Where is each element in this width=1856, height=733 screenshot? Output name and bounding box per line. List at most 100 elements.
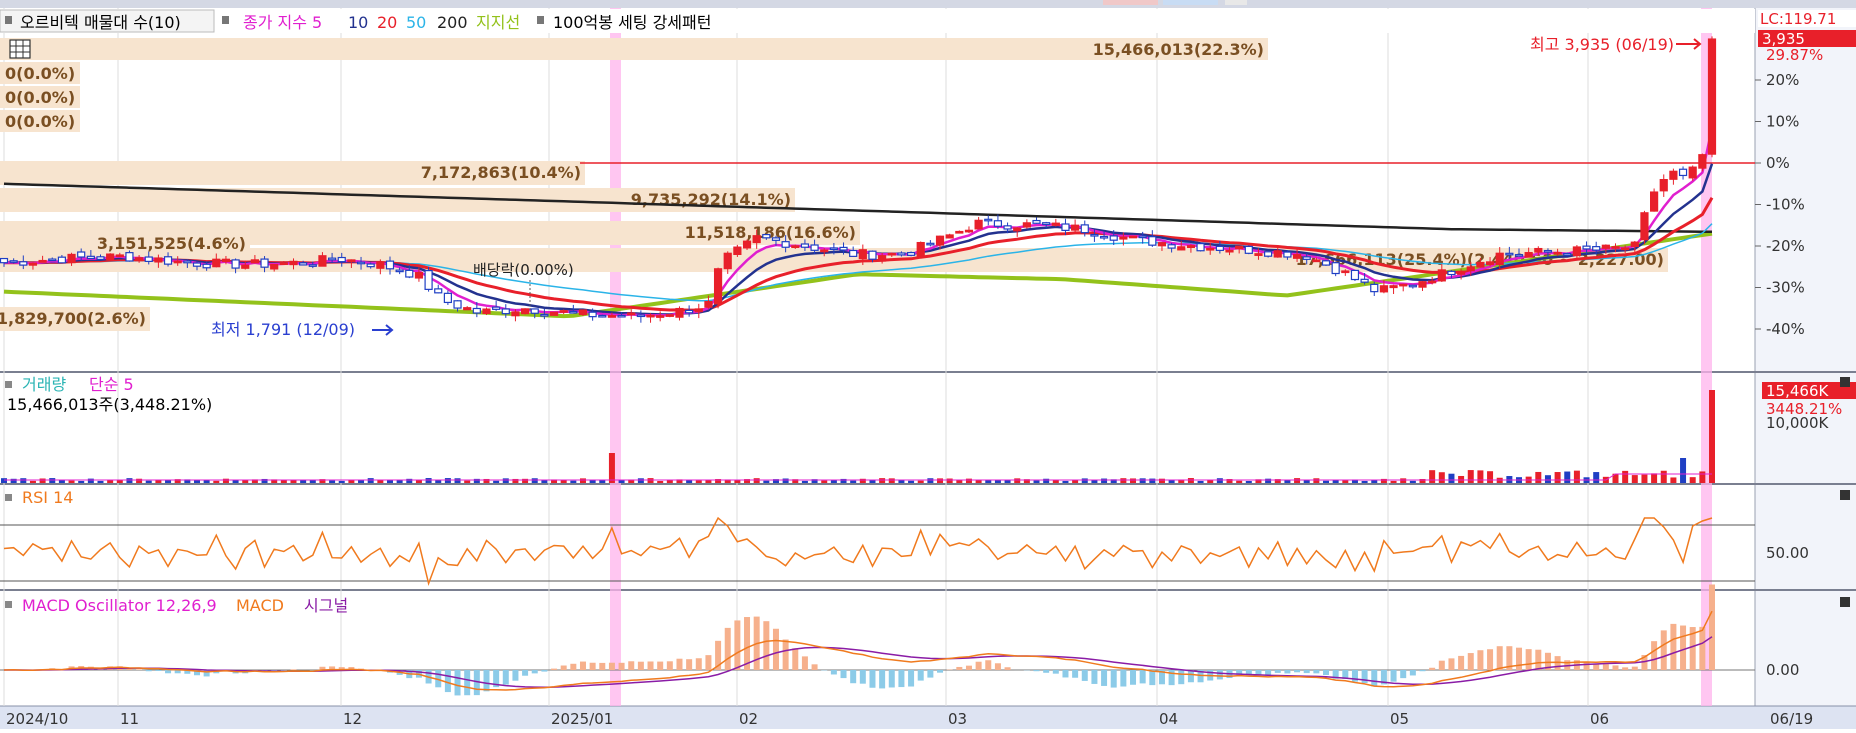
candle[interactable] bbox=[213, 259, 220, 266]
candle[interactable] bbox=[502, 309, 509, 314]
candle[interactable] bbox=[763, 235, 770, 238]
candle[interactable] bbox=[1226, 250, 1233, 252]
candle[interactable] bbox=[39, 261, 46, 263]
candle[interactable] bbox=[261, 259, 268, 267]
candle[interactable] bbox=[358, 262, 365, 264]
candle[interactable] bbox=[1197, 244, 1204, 251]
candle[interactable] bbox=[724, 253, 731, 268]
candle[interactable] bbox=[193, 263, 200, 266]
candle[interactable] bbox=[1573, 247, 1580, 256]
candle[interactable] bbox=[1110, 236, 1117, 240]
candle[interactable] bbox=[628, 313, 635, 315]
candle[interactable] bbox=[1361, 279, 1368, 282]
candle[interactable] bbox=[386, 261, 393, 269]
candle[interactable] bbox=[300, 263, 307, 265]
candle[interactable] bbox=[415, 273, 422, 278]
candle[interactable] bbox=[1149, 237, 1156, 245]
candle[interactable] bbox=[1313, 260, 1320, 262]
candle[interactable] bbox=[1660, 180, 1667, 191]
candle[interactable] bbox=[1101, 236, 1108, 238]
candle[interactable] bbox=[801, 244, 808, 247]
candle[interactable] bbox=[377, 262, 384, 268]
candle[interactable] bbox=[1506, 253, 1513, 255]
candle[interactable] bbox=[898, 253, 905, 255]
candle[interactable] bbox=[782, 242, 789, 248]
candle[interactable] bbox=[744, 241, 751, 248]
candle[interactable] bbox=[1525, 253, 1532, 258]
candle[interactable] bbox=[965, 230, 972, 232]
candle[interactable] bbox=[1332, 263, 1339, 274]
toolbar-tab[interactable] bbox=[1163, 0, 1218, 5]
toolbar-tab[interactable] bbox=[1103, 0, 1158, 5]
candle[interactable] bbox=[1516, 255, 1523, 257]
candle[interactable] bbox=[599, 315, 606, 317]
close-icon[interactable] bbox=[1840, 490, 1850, 500]
candle[interactable] bbox=[290, 261, 297, 264]
candle[interactable] bbox=[1091, 235, 1098, 237]
candle[interactable] bbox=[821, 250, 828, 252]
candle[interactable] bbox=[637, 315, 644, 317]
candle[interactable] bbox=[1130, 236, 1137, 238]
candle[interactable] bbox=[348, 260, 355, 262]
candle[interactable] bbox=[1178, 247, 1185, 250]
candle[interactable] bbox=[1023, 223, 1030, 227]
candle[interactable] bbox=[994, 221, 1001, 227]
close-icon[interactable] bbox=[1840, 597, 1850, 607]
candle[interactable] bbox=[1670, 171, 1677, 179]
candle[interactable] bbox=[551, 312, 558, 315]
candle[interactable] bbox=[145, 257, 152, 261]
candle[interactable] bbox=[107, 254, 114, 260]
candle[interactable] bbox=[242, 265, 249, 268]
candle[interactable] bbox=[1544, 251, 1551, 253]
candle[interactable] bbox=[1467, 267, 1474, 271]
candle[interactable] bbox=[49, 259, 56, 261]
candle[interactable] bbox=[734, 247, 741, 254]
candle[interactable] bbox=[1564, 254, 1571, 256]
candle[interactable] bbox=[10, 261, 17, 263]
candle[interactable] bbox=[705, 302, 712, 308]
candle[interactable] bbox=[1409, 285, 1416, 287]
candle[interactable] bbox=[1072, 225, 1079, 230]
candle[interactable] bbox=[676, 309, 683, 318]
candle[interactable] bbox=[1168, 245, 1175, 248]
candle[interactable] bbox=[1680, 169, 1687, 175]
candle[interactable] bbox=[840, 247, 847, 250]
stock-chart[interactable]: 17,666,113(25.4%)(2,440.50 ~ 2,227.00)15… bbox=[0, 0, 1856, 729]
candle[interactable] bbox=[58, 257, 65, 263]
candle[interactable] bbox=[1323, 261, 1330, 265]
candle[interactable] bbox=[1448, 271, 1455, 274]
candle[interactable] bbox=[1593, 247, 1600, 250]
candle[interactable] bbox=[579, 310, 586, 314]
candle[interactable] bbox=[174, 261, 181, 263]
candle[interactable] bbox=[29, 263, 36, 265]
candle[interactable] bbox=[657, 316, 664, 318]
candle[interactable] bbox=[772, 238, 779, 240]
candle[interactable] bbox=[715, 269, 722, 304]
candle[interactable] bbox=[1236, 246, 1243, 248]
candle[interactable] bbox=[1429, 281, 1436, 283]
candle[interactable] bbox=[444, 293, 451, 302]
candle[interactable] bbox=[1689, 167, 1696, 178]
candle[interactable] bbox=[20, 262, 27, 265]
candle[interactable] bbox=[165, 257, 172, 264]
candle[interactable] bbox=[1390, 286, 1397, 288]
candle[interactable] bbox=[1062, 224, 1069, 230]
candle[interactable] bbox=[859, 250, 866, 259]
candle[interactable] bbox=[116, 255, 123, 257]
candle[interactable] bbox=[1641, 213, 1648, 240]
candle[interactable] bbox=[1004, 226, 1011, 229]
candle[interactable] bbox=[1342, 271, 1349, 273]
candle[interactable] bbox=[483, 309, 490, 313]
candle[interactable] bbox=[531, 309, 538, 313]
candle[interactable] bbox=[1631, 242, 1638, 246]
candle[interactable] bbox=[493, 307, 500, 309]
candle[interactable] bbox=[830, 248, 837, 250]
candle[interactable] bbox=[1, 259, 8, 263]
candle[interactable] bbox=[686, 310, 693, 312]
candle[interactable] bbox=[1419, 282, 1426, 287]
candle[interactable] bbox=[1245, 246, 1252, 253]
candle[interactable] bbox=[425, 271, 432, 290]
candle[interactable] bbox=[232, 260, 239, 268]
candle[interactable] bbox=[1699, 155, 1706, 168]
candle[interactable] bbox=[1139, 236, 1146, 238]
